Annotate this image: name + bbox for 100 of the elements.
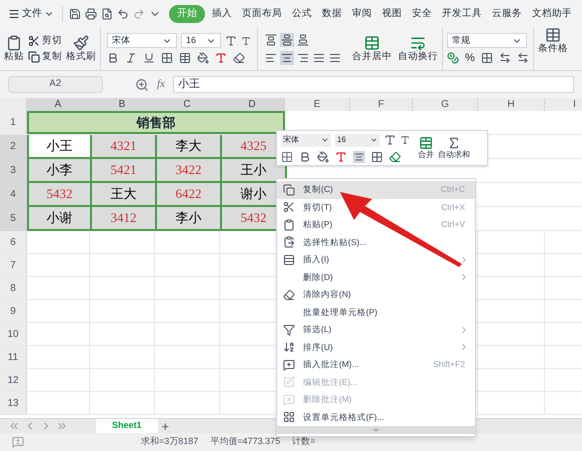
merge-center-button[interactable]: 合并居中 [352,34,392,62]
merge-button[interactable]: 合并 [418,136,434,160]
add-sheet-button[interactable]: + [162,420,170,432]
column-header[interactable]: D [220,98,285,111]
column-header[interactable]: E [285,98,350,111]
row-header[interactable]: 1 [0,111,27,134]
row-header[interactable]: 13 [0,392,27,414]
column-header[interactable]: I [545,98,582,111]
increase-decimal-icon[interactable] [498,52,511,64]
table-icon [544,27,561,43]
menu-item[interactable]: 插入(I) [277,251,475,268]
column-header[interactable]: B [90,98,155,111]
increase-font-icon[interactable] [225,34,237,46]
print-icon[interactable] [85,8,97,20]
bold-icon[interactable] [299,150,311,162]
decrease-decimal-icon[interactable] [516,52,529,64]
ribbon-tab[interactable]: 公式 [289,8,315,18]
format-painter-button[interactable]: 格式刷 [66,34,96,62]
ribbon-tab[interactable]: 安全 [409,8,435,18]
menu-item[interactable]: 选择性粘贴(S)... [277,234,475,251]
caret-icon [372,426,380,434]
ribbon-tab[interactable]: 审阅 [349,8,375,18]
name-box[interactable]: A2 [8,76,103,93]
shortcut-text: Ctrl+V [441,218,465,232]
ribbon-tab[interactable]: 文档助手 [529,8,575,18]
row-header[interactable]: 7 [0,254,27,276]
undo-icon[interactable] [117,8,129,20]
row-header[interactable]: 3 [0,159,27,183]
menu-item[interactable]: 筛选(L) [277,321,475,338]
format-cells-icon [283,411,295,424]
column-header[interactable]: C [155,98,220,111]
ribbon-tab[interactable]: 开发工具 [439,8,485,18]
cut-button[interactable]: 剪切 [28,34,62,46]
fill-color-icon[interactable] [197,52,209,64]
row-header[interactable]: 9 [0,300,27,322]
align-middle-icon[interactable] [280,32,294,46]
preview-icon[interactable] [101,8,113,20]
row-header[interactable]: 11 [0,346,27,368]
ribbon-tab[interactable]: 云服务 [489,8,525,18]
bold-icon[interactable] [107,52,119,64]
font-name-dropdown[interactable]: 宋体 [107,33,177,48]
align-bottom-icon[interactable] [296,32,310,46]
font-size-dropdown[interactable]: 16 [181,33,221,48]
align-top-icon[interactable] [264,32,278,46]
font-color-icon[interactable] [335,150,347,162]
row-header[interactable]: 2 [0,135,27,159]
border-icon[interactable] [161,52,173,64]
table-cell: 小谢 [27,207,92,231]
ribbon-tab[interactable]: 页面布局 [239,8,285,18]
row-header[interactable]: 4 [0,183,27,207]
save-icon[interactable] [69,8,81,20]
row-header[interactable]: 5 [0,207,27,231]
row-header[interactable]: 12 [0,369,27,391]
font-size-dropdown[interactable]: 16 [335,134,380,146]
menu-item[interactable]: 设置单元格格式(F)... [277,408,475,426]
border-icon[interactable] [371,150,383,162]
column-header[interactable]: G [413,98,478,111]
underline-icon[interactable] [143,52,155,64]
paste-button[interactable]: 粘贴 [4,34,24,62]
ribbon-tab[interactable]: 插入 [209,8,235,18]
row-header[interactable]: 6 [0,231,27,253]
menu-item[interactable]: 复制(C) Ctrl+C [277,181,475,198]
currency-icon[interactable] [447,52,459,64]
menu-item[interactable]: 删除(D) [277,268,475,286]
thousands-icon[interactable] [480,52,493,64]
percent-button[interactable]: % [465,52,475,64]
font-color-icon[interactable] [215,52,227,64]
formula-input[interactable]: 小王 [172,76,574,93]
menu-item[interactable]: 插入批注(M)... Shift+F2 [277,356,475,374]
fill-color-icon[interactable] [317,150,329,162]
decrease-font-icon[interactable] [241,36,251,46]
increase-font-icon[interactable] [384,134,396,146]
number-format-dropdown[interactable]: 常规 [447,33,527,48]
ribbon-tab[interactable]: 视图 [379,8,405,18]
zoom-icon[interactable] [135,78,149,92]
copy-button[interactable]: 复制 [28,50,62,62]
column-header[interactable]: A [27,98,90,111]
file-menu[interactable]: 文件 [6,6,56,21]
eraser-icon[interactable] [389,150,401,162]
menu-item[interactable]: 清除内容(N) [277,286,475,304]
row-header[interactable]: 10 [0,323,27,345]
rows-icon [283,254,295,266]
autosum-button[interactable]: 自动求和 [438,136,470,160]
italic-icon[interactable] [125,52,137,64]
ribbon-tab[interactable]: 数据 [319,8,345,18]
wrap-text-button[interactable]: 自动换行 [398,34,438,62]
select-icon[interactable] [281,150,293,162]
decrease-font-icon[interactable] [400,135,410,145]
row-header[interactable]: 8 [0,277,27,299]
font-name-dropdown[interactable]: 宋体 [281,134,331,146]
column-header[interactable]: F [350,98,413,111]
align-center-icon[interactable] [280,50,294,64]
menu-item[interactable]: 排序(U) [277,338,475,356]
cell-style-icon[interactable] [179,52,191,64]
menu-item[interactable]: 批量处理单元格(P) [277,304,475,321]
eraser-icon[interactable] [233,52,245,64]
conditional-format-button[interactable]: 条件格 [534,27,568,70]
eraser-icon [283,288,295,301]
column-header[interactable]: H [478,98,545,111]
align-center-icon[interactable] [353,150,365,162]
